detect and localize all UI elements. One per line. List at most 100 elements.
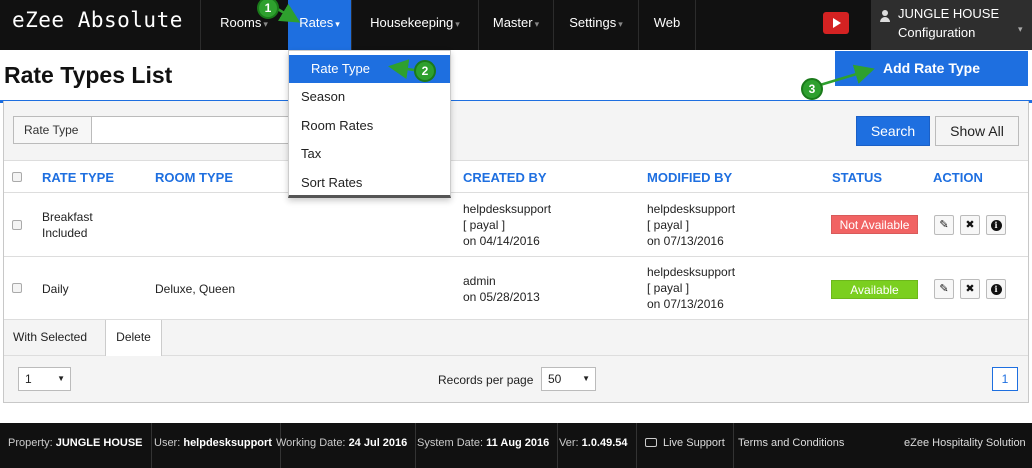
info-button[interactable]: i [986,215,1006,235]
page-title: Rate Types List [4,62,173,88]
chevron-down-icon: ▼ [582,374,590,383]
room-type-cell: Deluxe, Queen [155,282,236,296]
youtube-icon[interactable] [823,12,849,34]
with-selected-label: With Selected [13,330,88,344]
menu-item-season[interactable]: Season [289,83,450,111]
column-header-rate-type[interactable]: RATE TYPE [42,170,114,185]
close-icon: ✖ [965,219,975,231]
delete-row-button[interactable]: ✖ [960,279,980,299]
chevron-down-icon: ▾ [1018,24,1023,34]
delete-row-button[interactable]: ✖ [960,215,980,235]
terms-link[interactable]: Terms and Conditions [730,423,852,468]
nav-master-label: Master [492,15,533,30]
page-link-current[interactable]: 1 [992,367,1018,391]
footer-version-value: 1.0.49.54 [581,437,628,449]
footer-version: Ver: 1.0.49.54 [551,423,637,468]
nav-settings-label: Settings [569,15,617,30]
modified-by-date: on 07/13/2016 [647,297,724,311]
footer-working-value: 24 Jul 2016 [348,437,408,449]
live-support-link[interactable]: Live Support [637,423,734,468]
status-badge: Available [831,280,918,299]
chevron-down-icon: ▾ [534,19,540,29]
rate-type-cell: Breakfast Included [42,209,93,241]
created-by-user: admin [463,274,496,288]
created-by-cell: helpdesksupport [ payal ] on 04/14/2016 [463,201,551,249]
close-icon: ✖ [965,283,975,295]
row-checkbox[interactable] [12,220,22,230]
footer-system-value: 11 Aug 2016 [486,437,550,449]
footer-user-value: helpdesksupport [183,437,272,449]
menu-item-sort-rates[interactable]: Sort Rates [289,169,450,197]
user-menu[interactable]: JUNGLE HOUSE Configuration ▾ [871,0,1032,50]
bulk-actions-bar: With Selected Delete [4,320,1028,356]
user-menu-subtitle: Configuration [898,25,976,40]
modified-by-user: helpdesksupport [647,202,736,216]
chevron-down-icon: ▾ [618,19,623,29]
nav-web[interactable]: Web [639,0,695,50]
nav-settings[interactable]: Settings ▾ [554,0,638,50]
nav-divider [695,0,696,50]
edit-button[interactable]: ✎ [934,279,954,299]
status-footer: Property: JUNGLE HOUSE User: helpdesksup… [0,423,1032,468]
records-per-page-select[interactable]: 50 ▼ [541,367,596,391]
column-header-created-by[interactable]: CREATED BY [463,170,547,185]
search-button[interactable]: Search [856,116,930,146]
nav-housekeeping-label: Housekeeping [370,15,454,30]
row-checkbox[interactable] [12,283,22,293]
footer-system-label: System Date: [417,437,484,449]
column-header-modified-by[interactable]: MODIFIED BY [647,170,732,185]
info-icon: i [990,220,1002,231]
brand-logo[interactable]: eZee Absolute [12,8,183,32]
filter-label: Rate Type [13,116,92,144]
rate-type-text: Daily [42,282,69,296]
column-header-action: ACTION [933,170,983,185]
add-rate-type-button[interactable]: Add Rate Type [835,51,1028,86]
modified-by-alias: [ payal ] [647,218,690,232]
created-by-alias: [ payal ] [463,218,506,232]
modified-by-user: helpdesksupport [647,265,736,279]
table-row: Daily Deluxe, Queen admin on 05/28/2013 … [4,258,1028,320]
column-header-status[interactable]: STATUS [832,170,882,185]
nav-rooms-label: Rooms [220,15,262,30]
annotation-marker-3: 3 [801,78,823,100]
created-by-date: on 04/14/2016 [463,234,540,248]
created-by-date: on 05/28/2013 [463,290,540,304]
chevron-down-icon: ▾ [455,19,460,29]
play-icon [833,18,841,28]
column-header-room-type[interactable]: ROOM TYPE [155,170,233,185]
rate-types-panel: Rate Type Search Show All RATE TYPE ROOM… [3,101,1029,403]
chevron-down-icon: ▾ [263,19,268,29]
edit-button[interactable]: ✎ [934,215,954,235]
info-icon: i [990,284,1002,295]
records-per-page-label: Records per page [438,373,534,387]
nav-rates[interactable]: Rates ▾ [288,0,351,50]
filter-bar: Rate Type Search Show All [4,101,1028,161]
show-all-button[interactable]: Show All [935,116,1019,146]
menu-item-tax[interactable]: Tax [289,140,450,168]
rate-type-text: Breakfast [42,210,93,224]
select-all-checkbox[interactable] [12,172,22,182]
info-button[interactable]: i [986,279,1006,299]
chevron-down-icon: ▼ [57,374,65,383]
rate-type-search-input[interactable] [91,116,291,144]
menu-item-room-rates[interactable]: Room Rates [289,112,450,140]
modified-by-cell: helpdesksupport [ payal ] on 07/13/2016 [647,201,735,249]
modified-by-alias: [ payal ] [647,281,690,295]
footer-working-date: Working Date: 24 Jul 2016 [268,423,417,468]
footer-property: Property: JUNGLE HOUSE [0,423,152,468]
rate-type-text: Included [42,226,88,240]
page-select[interactable]: 1 ▼ [18,367,71,391]
created-by-cell: admin on 05/28/2013 [463,273,540,305]
user-icon [880,10,890,22]
chevron-down-icon: ▾ [335,19,340,29]
top-navbar: eZee Absolute Rooms ▾ Rates ▾ Housekeeping… [0,0,1032,50]
table-row: Breakfast Included helpdesksupport [ pay… [4,193,1028,257]
nav-master[interactable]: Master ▾ [479,0,553,50]
footer-version-label: Ver: [559,437,579,449]
delete-selected-button[interactable]: Delete [105,320,162,356]
nav-housekeeping[interactable]: Housekeeping ▾ [352,0,478,50]
nav-web-label: Web [653,15,681,30]
pencil-icon: ✎ [939,219,949,231]
modified-by-date: on 07/13/2016 [647,234,724,248]
annotation-marker-2: 2 [414,60,436,82]
